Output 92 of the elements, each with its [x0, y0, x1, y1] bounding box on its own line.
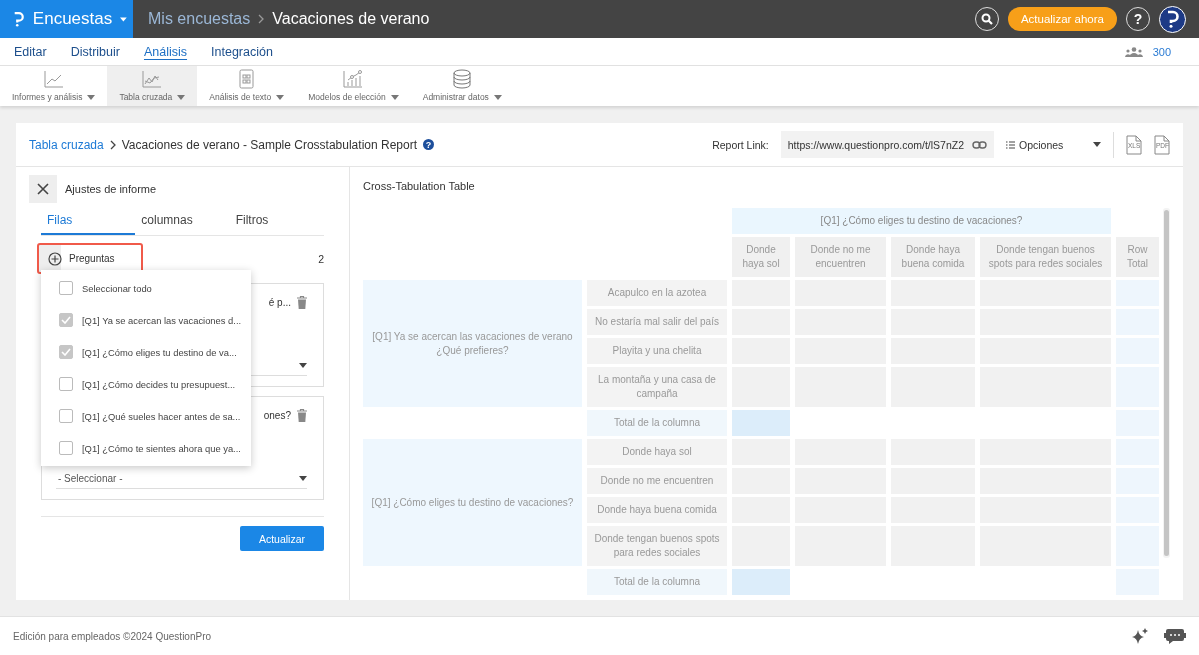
list-icon — [1006, 140, 1015, 149]
row-label-cell: No estaría mal salir del país — [587, 309, 727, 335]
menu-item[interactable]: [Q1] Ya se acercan las vacaciones d... — [41, 304, 252, 336]
survey-title: Vacaciones de verano — [272, 10, 430, 28]
total-label-cell: Total de la columna — [587, 569, 727, 595]
caret-icon — [276, 94, 285, 100]
chevron-icon — [258, 14, 265, 24]
question-text: é p... — [268, 297, 291, 308]
total-cell — [732, 569, 790, 595]
toolbar-button[interactable]: Análisis de texto — [197, 66, 297, 106]
sparkle-icon[interactable] — [1132, 628, 1148, 644]
help-icon[interactable]: ? — [423, 139, 434, 150]
people-icon — [1124, 46, 1143, 57]
checkbox[interactable] — [59, 345, 73, 359]
row-label-cell: Donde haya sol — [587, 439, 727, 465]
caret-icon — [390, 94, 399, 100]
breadcrumb-link[interactable]: Mis encuestas — [148, 10, 251, 28]
chat-icon[interactable] — [1164, 628, 1186, 644]
caret-icon — [493, 94, 502, 100]
column-question-header: [Q1] ¿Cómo eliges tu destino de vacaciones? — [732, 208, 1111, 234]
close-icon — [37, 183, 49, 195]
logo-icon — [1165, 10, 1180, 28]
checkbox[interactable] — [59, 377, 73, 391]
menu-item[interactable]: [Q1] ¿Cómo decides tu presupuest... — [41, 368, 252, 400]
scatter-icon — [342, 69, 365, 89]
menu-item[interactable]: Seleccionar todo — [41, 272, 252, 304]
row-label-cell: La montaña y una casa de campaña — [587, 367, 727, 407]
column-header: Donde tengan buenos spots para redes sociales — [980, 237, 1111, 277]
column-header: Donde no me encuentren — [795, 237, 886, 277]
row-label-cell: Donde haya buena comida — [587, 497, 727, 523]
line-chart-icon — [42, 69, 65, 89]
menu-item[interactable]: [Q1] ¿Cómo eliges tu destino de va... — [41, 336, 252, 368]
toolbar-button[interactable]: Tabla cruzada — [107, 66, 198, 106]
toolbar-button[interactable]: Administrar datos — [410, 66, 514, 106]
column-header: Donde haya buena comida — [891, 237, 975, 277]
menu-item[interactable]: [Q1] ¿Cómo te sientes ahora que ya... — [41, 432, 252, 464]
panel-title: Ajustes de informe — [65, 183, 157, 195]
nav-tab[interactable]: Integración — [211, 42, 273, 61]
response-count: 300 — [1152, 45, 1171, 58]
nav-tab[interactable]: Editar — [14, 42, 47, 61]
row-label-cell: Acapulco en la azotea — [587, 280, 727, 306]
report-link-field[interactable]: https://www.questionpro.com/t/lS7nZ2 — [780, 131, 994, 158]
trash-icon[interactable] — [297, 409, 307, 422]
options-dropdown[interactable]: Opciones — [1006, 138, 1101, 151]
settings-tab[interactable]: Filas — [41, 209, 136, 235]
total-cell — [732, 410, 790, 436]
footer-text: Edición para empleados ©2024 QuestionPro — [13, 630, 212, 642]
update-button[interactable]: Actualizar — [240, 526, 324, 551]
product-menu[interactable]: Encuestas — [0, 0, 133, 38]
row-label-cell: Donde tengan buenos spots para redes sociales — [587, 526, 727, 566]
column-header: Row Total — [1116, 237, 1159, 277]
logo-icon — [13, 10, 25, 28]
field-label: Report Link: — [712, 138, 769, 151]
row-label-cell: Donde no me encuentren — [587, 468, 727, 494]
checkbox[interactable] — [59, 281, 73, 295]
database-icon — [451, 69, 474, 89]
avatar-icon[interactable] — [1159, 5, 1186, 33]
settings-tab[interactable]: Filtros — [229, 209, 324, 235]
checkbox[interactable] — [59, 409, 73, 423]
select-field[interactable]: - Seleccionar - — [56, 468, 307, 489]
table-title: Cross-Tabulation Table — [363, 180, 476, 192]
checkbox[interactable] — [59, 313, 73, 327]
caret-icon — [299, 362, 307, 368]
toolbar-button[interactable]: Informes y análisis — [0, 66, 108, 106]
total-label-cell: Total de la columna — [587, 410, 727, 436]
caret-icon — [1093, 142, 1101, 147]
toolbar-button[interactable]: Modelos de elección — [296, 66, 411, 106]
settings-tab[interactable]: columnas — [135, 209, 230, 235]
caret-icon — [177, 94, 186, 100]
nav-tab[interactable]: Análisis — [143, 42, 188, 61]
link-icon — [972, 140, 987, 149]
caret-icon — [299, 475, 307, 481]
column-header: Donde haya sol — [732, 237, 790, 277]
question-count: 2 — [318, 252, 324, 265]
caret-icon — [120, 16, 127, 22]
trash-icon[interactable] — [297, 296, 307, 309]
close-button[interactable] — [29, 175, 57, 203]
row-label-cell: Playita y una chelita — [587, 338, 727, 364]
report-title: Vacaciones de verano - Sample Crosstabulation Report — [121, 137, 417, 152]
checkbox[interactable] — [59, 441, 73, 455]
chevron-icon — [109, 139, 116, 150]
question-text: ones? — [263, 410, 291, 421]
breadcrumb-link[interactable]: Tabla cruzada — [29, 137, 104, 152]
row-question-cell: [Q1] ¿Cómo eliges tu destino de vacaciones? — [363, 439, 582, 566]
plus-circle-icon — [48, 251, 62, 266]
nav-tab[interactable]: Distribuir — [70, 42, 120, 61]
caret-icon — [87, 94, 96, 100]
search-icon — [980, 13, 993, 25]
scrollbar[interactable] — [1163, 208, 1170, 558]
row-question-cell: [Q1] Ya se acercan las vacaciones de verano ¿Qué prefieres? — [363, 280, 582, 407]
crosstab-icon — [141, 69, 164, 89]
menu-item[interactable]: [Q1] ¿Qué sueles hacer antes de sa... — [41, 400, 252, 432]
